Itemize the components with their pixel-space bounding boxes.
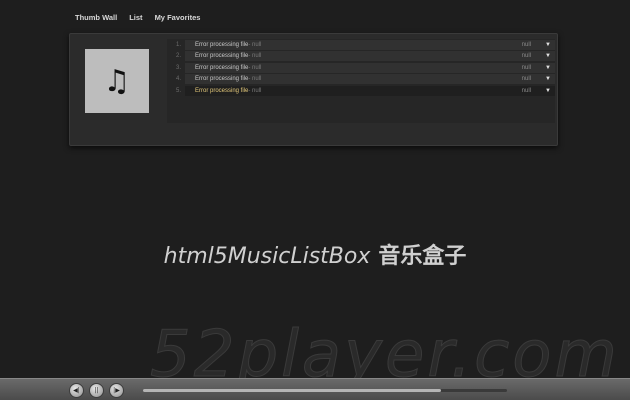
pause-icon: ||: [94, 387, 99, 394]
track-row-5[interactable]: 5. Error processing file - null null ▼: [167, 85, 555, 97]
track-artist: - null: [248, 64, 262, 71]
track-title: Error processing file: [195, 87, 249, 94]
track-title: Error processing file: [195, 41, 249, 48]
playlist-panel: ♫ 1. Error processing file - null null ▼…: [69, 33, 558, 146]
prev-button[interactable]: ◀|: [69, 383, 84, 398]
player-bar: ◀| || |▶: [0, 378, 630, 400]
track-row-1[interactable]: 1. Error processing file - null null ▼: [167, 39, 555, 51]
track-duration: null: [521, 76, 531, 83]
nav-list[interactable]: List: [129, 13, 142, 22]
track-title: Error processing file: [195, 53, 249, 60]
track-menu-icon[interactable]: ▼: [545, 42, 555, 48]
hero-title-en: html5MusicListBox: [163, 244, 371, 269]
track-title: Error processing file: [195, 76, 249, 83]
track-bar[interactable]: Error processing file - null null ▼: [185, 39, 555, 50]
track-duration: null: [521, 87, 531, 94]
nav-thumb-wall[interactable]: Thumb Wall: [75, 13, 117, 22]
track-duration: null: [521, 53, 531, 60]
track-number: 4.: [175, 76, 181, 83]
track-bar[interactable]: Error processing file - null null ▼: [185, 62, 555, 73]
play-pause-button[interactable]: ||: [89, 383, 104, 398]
hero-title-cn: 音乐盒子: [378, 244, 467, 269]
next-icon: |▶: [113, 387, 120, 394]
track-row-4[interactable]: 4. Error processing file - null null ▼: [167, 74, 555, 86]
track-artist: - null: [248, 53, 262, 60]
nav-my-favorites[interactable]: My Favorites: [155, 13, 201, 22]
track-list: 1. Error processing file - null null ▼ 2…: [167, 39, 555, 123]
track-number: 2.: [175, 53, 181, 60]
track-artist: - null: [248, 41, 262, 48]
hero-title: html5MusicListBox 音乐盒子: [0, 238, 630, 270]
album-cover: ♫: [85, 49, 149, 113]
track-menu-icon[interactable]: ▼: [545, 76, 555, 82]
track-artist: - null: [248, 87, 262, 94]
track-title: Error processing file: [195, 64, 249, 71]
track-number: 3.: [175, 64, 181, 71]
track-bar[interactable]: Error processing file - null null ▼: [185, 51, 555, 62]
track-row-3[interactable]: 3. Error processing file - null null ▼: [167, 62, 555, 74]
track-number: 1.: [175, 41, 181, 48]
progress-fill: [143, 389, 442, 392]
track-artist: - null: [248, 76, 262, 83]
track-menu-icon[interactable]: ▼: [545, 53, 555, 59]
track-duration: null: [521, 41, 531, 48]
track-row-2[interactable]: 2. Error processing file - null null ▼: [167, 51, 555, 63]
track-bar[interactable]: Error processing file - null null ▼: [185, 74, 555, 85]
track-menu-icon[interactable]: ▼: [545, 88, 555, 94]
view-nav: Thumb Wall List My Favorites: [75, 13, 200, 22]
next-button[interactable]: |▶: [109, 383, 124, 398]
track-duration: null: [521, 64, 531, 71]
track-number: 5.: [175, 87, 181, 94]
prev-icon: ◀|: [73, 387, 80, 394]
music-note-icon: ♫: [103, 63, 131, 99]
progress-bar[interactable]: [143, 389, 507, 392]
track-bar[interactable]: Error processing file - null null ▼: [185, 85, 555, 96]
track-menu-icon[interactable]: ▼: [545, 65, 555, 71]
